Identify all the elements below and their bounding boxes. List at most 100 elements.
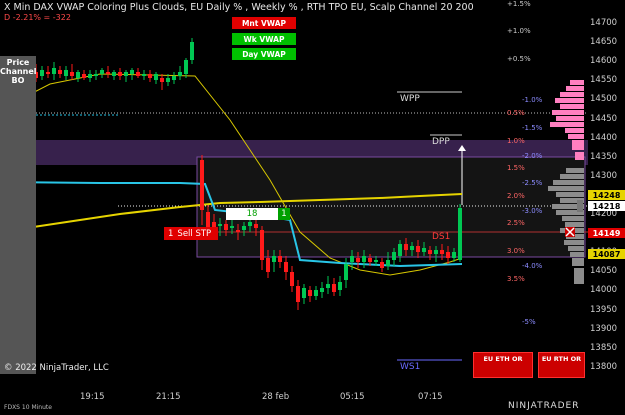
candle-body — [184, 60, 188, 74]
position-display[interactable]: 18 1 — [226, 208, 290, 220]
copyright-text: © 2022 NinjaTrader, LLC — [4, 363, 109, 373]
price-tick: 14000 — [590, 285, 618, 296]
order-label: Sell STP — [177, 228, 212, 239]
price-tick: 14500 — [590, 94, 618, 105]
daily-pct-label: 2.0% — [507, 192, 525, 200]
daily-vwap-button[interactable]: Day VWAP — [232, 48, 296, 60]
candle-body — [88, 74, 92, 78]
candle-body — [320, 288, 324, 292]
candle-body — [398, 244, 402, 256]
candle-body — [434, 250, 438, 254]
candle-body — [200, 160, 204, 210]
candle-body — [178, 72, 182, 76]
position-value: 18 — [226, 208, 278, 220]
candle-body — [124, 72, 128, 76]
weekly-pct-label: -1.5% — [522, 124, 543, 132]
candle-body — [70, 72, 74, 76]
candle-body — [356, 258, 360, 262]
price-tick: 13900 — [590, 323, 618, 334]
candle-body — [236, 230, 240, 232]
price-tick: 13950 — [590, 304, 618, 315]
candle-body — [428, 250, 432, 254]
daily-pct-label: 3.0% — [507, 247, 525, 255]
candle-body — [362, 256, 366, 262]
candle-body — [272, 256, 276, 262]
daily-pct-label: 1.0% — [507, 137, 525, 145]
daily-pct-label: 3.5% — [507, 275, 525, 283]
candle-body — [416, 246, 420, 252]
price-channel-panel — [0, 56, 36, 374]
daily-pct-label: 0.5% — [507, 109, 525, 117]
candle-body — [380, 262, 384, 268]
daily-pct-label: 1.5% — [507, 164, 525, 172]
candle-body — [100, 70, 104, 74]
candle-body — [368, 258, 372, 262]
eu-rth-or-box: EU RTH OR — [538, 352, 585, 378]
price-tag-upper: 14248 — [588, 190, 625, 200]
candle-body — [142, 74, 146, 76]
stop-marker[interactable] — [565, 227, 575, 237]
candle-body — [344, 264, 348, 280]
candle-body — [118, 72, 122, 76]
candle-body — [224, 224, 228, 230]
candle-body — [130, 70, 134, 74]
weekly-pct-label: +1.5% — [507, 0, 531, 8]
candle-body — [452, 252, 456, 258]
weekly-pct-label: -1.0% — [522, 96, 543, 104]
price-tick: 14300 — [590, 170, 618, 181]
candle-body — [338, 282, 342, 290]
monthly-vwap-button[interactable]: Mnt VWAP — [232, 17, 296, 29]
price-tick: 14350 — [590, 151, 618, 162]
price-tick: 14600 — [590, 56, 618, 67]
candle-body — [284, 262, 288, 272]
price-tick: 14400 — [590, 132, 618, 143]
candle-body — [326, 284, 330, 288]
candle-body — [82, 74, 86, 78]
candle-body — [64, 70, 68, 76]
price-tag-lower: 14087 — [588, 249, 625, 259]
price-tick: 14450 — [590, 113, 618, 124]
chart-title: X Min DAX VWAP Coloring Plus Clouds, EU … — [4, 2, 474, 13]
daily-change: D -2.21% = -322 — [4, 13, 71, 22]
candle-body — [404, 244, 408, 250]
dpp-label: DPP — [432, 137, 450, 147]
weekly-pct-label: +1.0% — [507, 27, 531, 35]
sell-stop-order[interactable]: 1 Sell STP — [164, 227, 218, 240]
candle-body — [308, 290, 312, 296]
candle-body — [94, 74, 98, 76]
order-qty: 1 — [168, 228, 174, 239]
eu-eth-or-box: EU ETH OR — [473, 352, 533, 378]
price-tag-stop: 14149 — [588, 228, 625, 238]
candle-body — [374, 260, 378, 262]
candle-body — [440, 250, 444, 254]
candle-body — [302, 288, 306, 298]
price-tag-current: 14218 — [588, 201, 625, 211]
weekly-pct-label: +0.5% — [507, 55, 531, 63]
weekly-vwap-button[interactable]: Wk VWAP — [232, 33, 296, 45]
weekly-pct-label: -5% — [522, 318, 536, 326]
price-tick: 14550 — [590, 75, 618, 86]
candle-body — [332, 284, 336, 292]
candle-body — [386, 260, 390, 266]
candle-body — [58, 70, 62, 74]
candle-body — [148, 74, 152, 78]
current-price-marker — [577, 200, 583, 212]
candle-body — [52, 68, 56, 74]
candle-body — [166, 78, 170, 82]
price-channel-label: Price Channel BO — [0, 58, 37, 85]
wpp-label: WPP — [400, 94, 420, 104]
time-tick: 28 feb — [262, 392, 290, 402]
weekly-pct-label: -2.5% — [522, 179, 543, 187]
ninjatrader-logo: NINJATRADER — [508, 401, 580, 411]
time-tick: 19:15 — [80, 392, 105, 402]
price-tick: 14050 — [590, 266, 618, 277]
candle-body — [278, 256, 282, 262]
time-tick: 21:15 — [156, 392, 181, 402]
candle-body — [230, 226, 234, 228]
candle-body — [136, 72, 140, 76]
time-tick: 07:15 — [418, 392, 443, 402]
candle-body — [172, 76, 176, 80]
candle-body — [410, 246, 414, 250]
ds1-label: DS1 — [432, 232, 451, 242]
candle-body — [248, 222, 252, 226]
